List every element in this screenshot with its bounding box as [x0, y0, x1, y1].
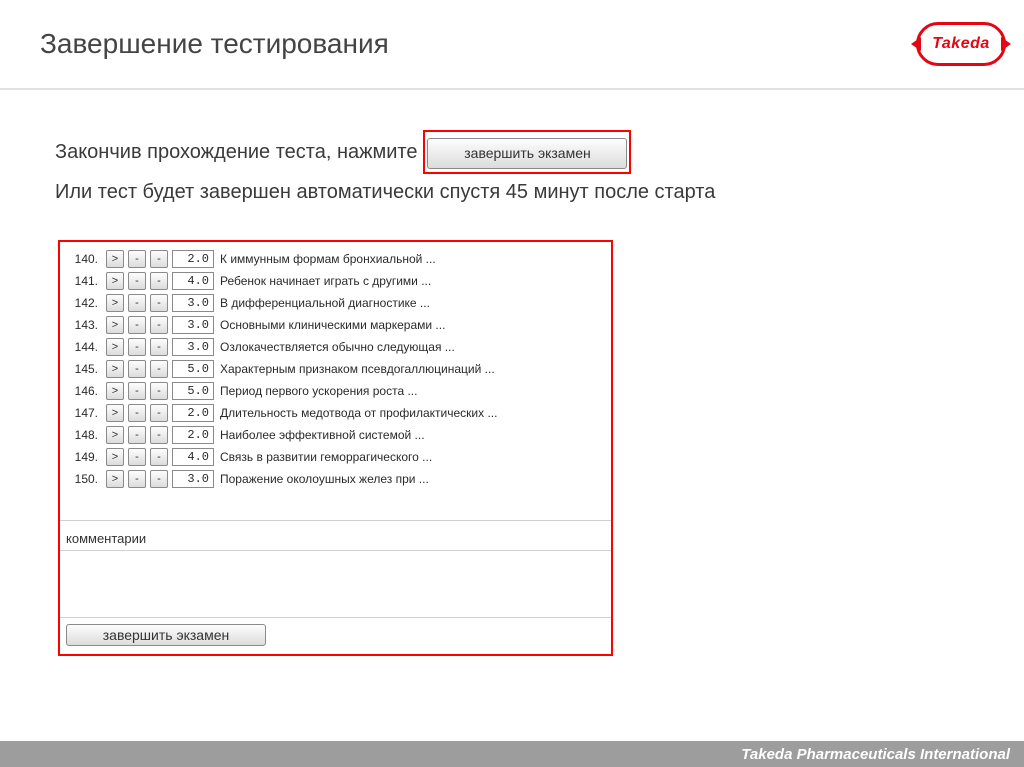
- minus-button-2[interactable]: -: [150, 404, 168, 422]
- goto-question-button[interactable]: >: [106, 360, 124, 378]
- minus-button-2[interactable]: -: [150, 382, 168, 400]
- minus-button-2[interactable]: -: [150, 294, 168, 312]
- minus-button-2[interactable]: -: [150, 250, 168, 268]
- takeda-logo-pill: Takeda: [916, 22, 1006, 66]
- comments-block: комментарии завершить экзамен: [60, 520, 611, 654]
- score-field[interactable]: 4.0: [172, 448, 214, 466]
- takeda-logo-text: Takeda: [932, 35, 990, 53]
- question-row: 140.>--2.0К иммунным формам бронхиальной…: [66, 248, 605, 270]
- question-text: Озлокачествляется обычно следующая ...: [220, 340, 455, 354]
- question-number: 146.: [66, 384, 102, 398]
- question-row: 144.>--3.0Озлокачествляется обычно следу…: [66, 336, 605, 358]
- question-number: 145.: [66, 362, 102, 376]
- comments-textarea[interactable]: [60, 550, 611, 618]
- minus-button-1[interactable]: -: [128, 382, 146, 400]
- question-number: 150.: [66, 472, 102, 486]
- minus-button-1[interactable]: -: [128, 470, 146, 488]
- question-number: 141.: [66, 274, 102, 288]
- instruction-block: Закончив прохождение теста, нажмите заве…: [0, 90, 1024, 220]
- slide-header: Завершение тестирования Takeda: [0, 0, 1024, 90]
- slide-footer: Takeda Pharmaceuticals International: [0, 741, 1024, 767]
- question-row: 143.>--3.0Основными клиническими маркера…: [66, 314, 605, 336]
- finish-exam-button-bottom[interactable]: завершить экзамен: [66, 624, 266, 646]
- question-row: 150.>--3.0Поражение околоушных желез при…: [66, 468, 605, 490]
- score-field[interactable]: 3.0: [172, 294, 214, 312]
- minus-button-2[interactable]: -: [150, 448, 168, 466]
- question-text: Длительность медотвода от профилактическ…: [220, 406, 497, 420]
- minus-button-2[interactable]: -: [150, 272, 168, 290]
- minus-button-1[interactable]: -: [128, 404, 146, 422]
- question-text: Связь в развитии геморрагического ...: [220, 450, 432, 464]
- question-list: 140.>--2.0К иммунным формам бронхиальной…: [60, 242, 611, 502]
- goto-question-button[interactable]: >: [106, 426, 124, 444]
- page-title: Завершение тестирования: [40, 28, 389, 60]
- minus-button-2[interactable]: -: [150, 338, 168, 356]
- goto-question-button[interactable]: >: [106, 294, 124, 312]
- minus-button-1[interactable]: -: [128, 294, 146, 312]
- minus-button-1[interactable]: -: [128, 448, 146, 466]
- question-panel: 140.>--2.0К иммунным формам бронхиальной…: [58, 240, 613, 656]
- instruction-line-1: Закончив прохождение теста, нажмите заве…: [55, 130, 974, 174]
- minus-button-1[interactable]: -: [128, 426, 146, 444]
- minus-button-1[interactable]: -: [128, 250, 146, 268]
- score-field[interactable]: 3.0: [172, 316, 214, 334]
- question-number: 149.: [66, 450, 102, 464]
- minus-button-2[interactable]: -: [150, 360, 168, 378]
- question-text: Ребенок начинает играть с другими ...: [220, 274, 431, 288]
- question-text: Основными клиническими маркерами ...: [220, 318, 445, 332]
- goto-question-button[interactable]: >: [106, 338, 124, 356]
- goto-question-button[interactable]: >: [106, 470, 124, 488]
- goto-question-button[interactable]: >: [106, 272, 124, 290]
- question-row: 147.>--2.0Длительность медотвода от проф…: [66, 402, 605, 424]
- minus-button-1[interactable]: -: [128, 272, 146, 290]
- minus-button-2[interactable]: -: [150, 426, 168, 444]
- question-text: К иммунным формам бронхиальной ...: [220, 252, 436, 266]
- footer-text: Takeda Pharmaceuticals International: [741, 746, 1010, 763]
- minus-button-1[interactable]: -: [128, 316, 146, 334]
- question-number: 147.: [66, 406, 102, 420]
- question-number: 144.: [66, 340, 102, 354]
- question-row: 146.>--5.0Период первого ускорения роста…: [66, 380, 605, 402]
- question-number: 148.: [66, 428, 102, 442]
- question-row: 145.>--5.0Характерным признаком псевдога…: [66, 358, 605, 380]
- question-row: 149.>--4.0Связь в развитии геморрагическ…: [66, 446, 605, 468]
- question-number: 143.: [66, 318, 102, 332]
- minus-button-1[interactable]: -: [128, 338, 146, 356]
- score-field[interactable]: 5.0: [172, 382, 214, 400]
- minus-button-1[interactable]: -: [128, 360, 146, 378]
- goto-question-button[interactable]: >: [106, 448, 124, 466]
- goto-question-button[interactable]: >: [106, 250, 124, 268]
- score-field[interactable]: 5.0: [172, 360, 214, 378]
- comments-label: комментарии: [60, 521, 611, 550]
- panel-footer: завершить экзамен: [60, 618, 611, 654]
- question-number: 142.: [66, 296, 102, 310]
- score-field[interactable]: 2.0: [172, 426, 214, 444]
- question-text: Характерным признаком псевдогаллюцинаций…: [220, 362, 495, 376]
- question-number: 140.: [66, 252, 102, 266]
- takeda-logo: Takeda: [916, 22, 1006, 66]
- question-row: 148.>--2.0Наиболее эффективной системой …: [66, 424, 605, 446]
- score-field[interactable]: 2.0: [172, 250, 214, 268]
- question-text: Наиболее эффективной системой ...: [220, 428, 425, 442]
- goto-question-button[interactable]: >: [106, 316, 124, 334]
- question-row: 141.>--4.0Ребенок начинает играть с друг…: [66, 270, 605, 292]
- slide-root: Завершение тестирования Takeda Закончив …: [0, 0, 1024, 767]
- score-field[interactable]: 3.0: [172, 470, 214, 488]
- instruction-prefix: Закончив прохождение теста, нажмите: [55, 134, 417, 170]
- question-row: 142.>--3.0В дифференциальной диагностике…: [66, 292, 605, 314]
- minus-button-2[interactable]: -: [150, 470, 168, 488]
- minus-button-2[interactable]: -: [150, 316, 168, 334]
- instruction-line-2: Или тест будет завершен автоматически сп…: [55, 174, 974, 210]
- question-text: В дифференциальной диагностике ...: [220, 296, 430, 310]
- question-text: Период первого ускорения роста ...: [220, 384, 417, 398]
- score-field[interactable]: 2.0: [172, 404, 214, 422]
- goto-question-button[interactable]: >: [106, 382, 124, 400]
- goto-question-button[interactable]: >: [106, 404, 124, 422]
- score-field[interactable]: 3.0: [172, 338, 214, 356]
- score-field[interactable]: 4.0: [172, 272, 214, 290]
- question-text: Поражение околоушных желез при ...: [220, 472, 429, 486]
- finish-button-highlight: завершить экзамен: [423, 130, 631, 174]
- finish-exam-button-top[interactable]: завершить экзамен: [427, 138, 627, 169]
